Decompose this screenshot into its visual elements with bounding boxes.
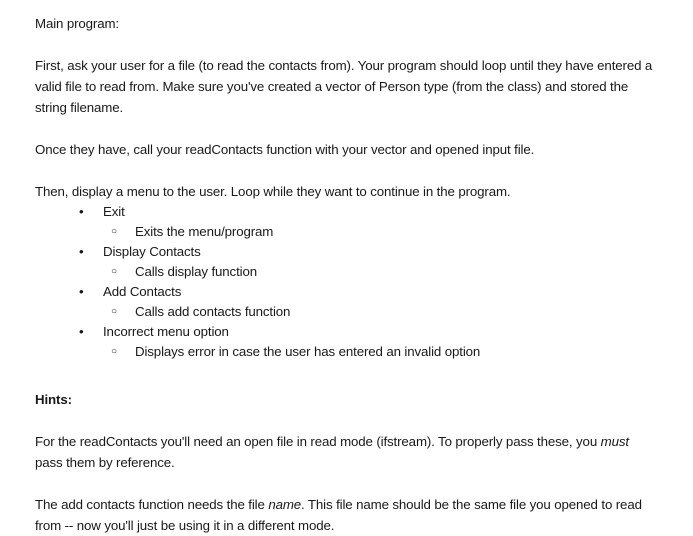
menu-option-sublist: ○ Calls add contacts function xyxy=(103,302,660,322)
list-item: • Display Contacts ○ Calls display funct… xyxy=(35,242,660,282)
sub-list-item: ○ Calls add contacts function xyxy=(103,302,660,322)
circle-bullet-icon: ○ xyxy=(111,226,117,237)
sub-list-item: ○ Displays error in case the user has en… xyxy=(103,342,660,362)
circle-bullet-icon: ○ xyxy=(111,266,117,277)
menu-option-sublist: ○ Calls display function xyxy=(103,262,660,282)
hint-2-emphasis: name xyxy=(268,497,302,512)
hint-1-emphasis: must xyxy=(600,434,629,449)
list-item: • Exit ○ Exits the menu/program xyxy=(35,202,660,242)
list-item-label: Exit xyxy=(103,204,125,219)
list-item-label: Add Contacts xyxy=(103,284,182,299)
paragraph-once-they-have: Once they have, call your readContacts f… xyxy=(35,142,535,157)
disc-bullet-icon: • xyxy=(79,204,84,219)
hint-1-text-before: For the readContacts you'll need an open… xyxy=(35,434,601,449)
list-item: • Incorrect menu option ○ Displays error… xyxy=(35,322,660,362)
sub-list-item-label: Displays error in case the user has ente… xyxy=(135,344,481,359)
hints-heading: Hints: xyxy=(35,392,72,407)
sub-list-item: ○ Calls display function xyxy=(103,262,660,282)
hint-1-text-after: pass them by reference. xyxy=(35,455,175,470)
circle-bullet-icon: ○ xyxy=(111,306,117,317)
list-item: • Add Contacts ○ Calls add contacts func… xyxy=(35,282,660,322)
document-page: Main program: First, ask your user for a… xyxy=(0,0,693,535)
list-item-label: Incorrect menu option xyxy=(103,324,229,339)
menu-options-list: • Exit ○ Exits the menu/program • Displa… xyxy=(35,202,660,362)
paragraph-first-ask-user: First, ask your user for a file (to read… xyxy=(35,58,653,115)
sub-list-item-label: Exits the menu/program xyxy=(135,224,274,239)
disc-bullet-icon: • xyxy=(79,244,84,259)
menu-option-sublist: ○ Exits the menu/program xyxy=(103,222,660,242)
paragraph-then-display-menu: Then, display a menu to the user. Loop w… xyxy=(35,184,511,199)
hint-readcontacts-paragraph: For the readContacts you'll need an open… xyxy=(35,431,660,473)
menu-option-sublist: ○ Displays error in case the user has en… xyxy=(103,342,660,362)
circle-bullet-icon: ○ xyxy=(111,346,117,357)
disc-bullet-icon: • xyxy=(79,324,84,339)
sub-list-item: ○ Exits the menu/program xyxy=(103,222,660,242)
list-item-label: Display Contacts xyxy=(103,244,201,259)
main-program-heading: Main program: xyxy=(35,16,119,31)
hint-2-text-before: The add contacts function needs the file xyxy=(35,497,269,512)
sub-list-item-label: Calls display function xyxy=(135,264,257,279)
hint-addcontacts-paragraph: The add contacts function needs the file… xyxy=(35,494,660,536)
sub-list-item-label: Calls add contacts function xyxy=(135,304,291,319)
disc-bullet-icon: • xyxy=(79,284,84,299)
